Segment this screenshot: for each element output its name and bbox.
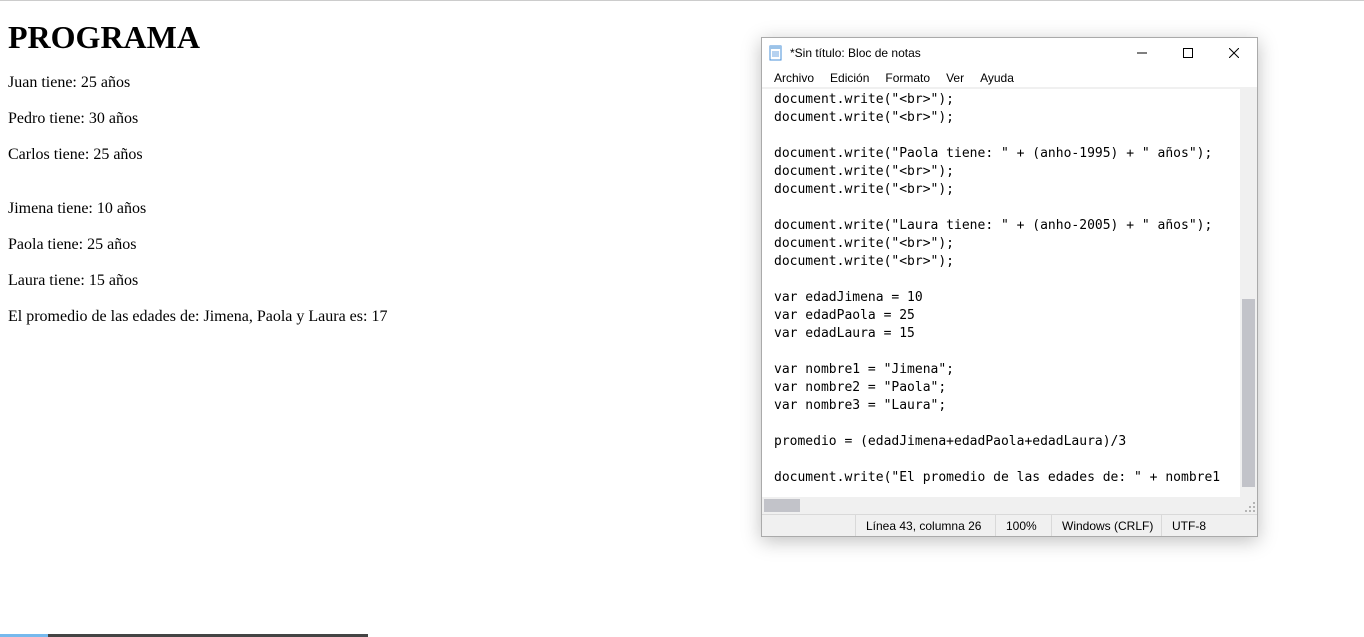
menu-file[interactable]: Archivo [766,70,822,86]
maximize-button[interactable] [1165,38,1211,68]
menu-view[interactable]: Ver [938,70,972,86]
resize-grip-icon[interactable] [1244,501,1256,513]
notepad-app-icon [768,45,784,61]
status-line-ending: Windows (CRLF) [1051,515,1161,536]
status-cursor-position: Línea 43, columna 26 [855,515,995,536]
menu-edit[interactable]: Edición [822,70,877,86]
status-encoding: UTF-8 [1161,515,1257,536]
horizontal-scrollbar[interactable] [762,497,1240,514]
titlebar[interactable]: *Sin título: Bloc de notas [762,38,1257,68]
menubar: Archivo Edición Formato Ver Ayuda [762,68,1257,88]
close-button[interactable] [1211,38,1257,68]
scroll-corner [1240,497,1257,514]
menu-help[interactable]: Ayuda [972,70,1022,86]
statusbar: Línea 43, columna 26 100% Windows (CRLF)… [762,514,1257,536]
notepad-window[interactable]: *Sin título: Bloc de notas Archivo Edici… [761,37,1258,537]
text-editor[interactable]: document.write("<br>"); document.write("… [762,89,1240,497]
minimize-button[interactable] [1119,38,1165,68]
window-title: *Sin título: Bloc de notas [790,46,1119,60]
menu-format[interactable]: Formato [877,70,938,86]
status-zoom: 100% [995,515,1051,536]
window-controls [1119,38,1257,68]
vertical-scroll-thumb[interactable] [1242,299,1255,487]
vertical-scrollbar[interactable] [1240,89,1257,497]
editor-area: document.write("<br>"); document.write("… [762,88,1257,514]
horizontal-scroll-thumb[interactable] [764,499,800,512]
status-spacer [762,515,855,536]
